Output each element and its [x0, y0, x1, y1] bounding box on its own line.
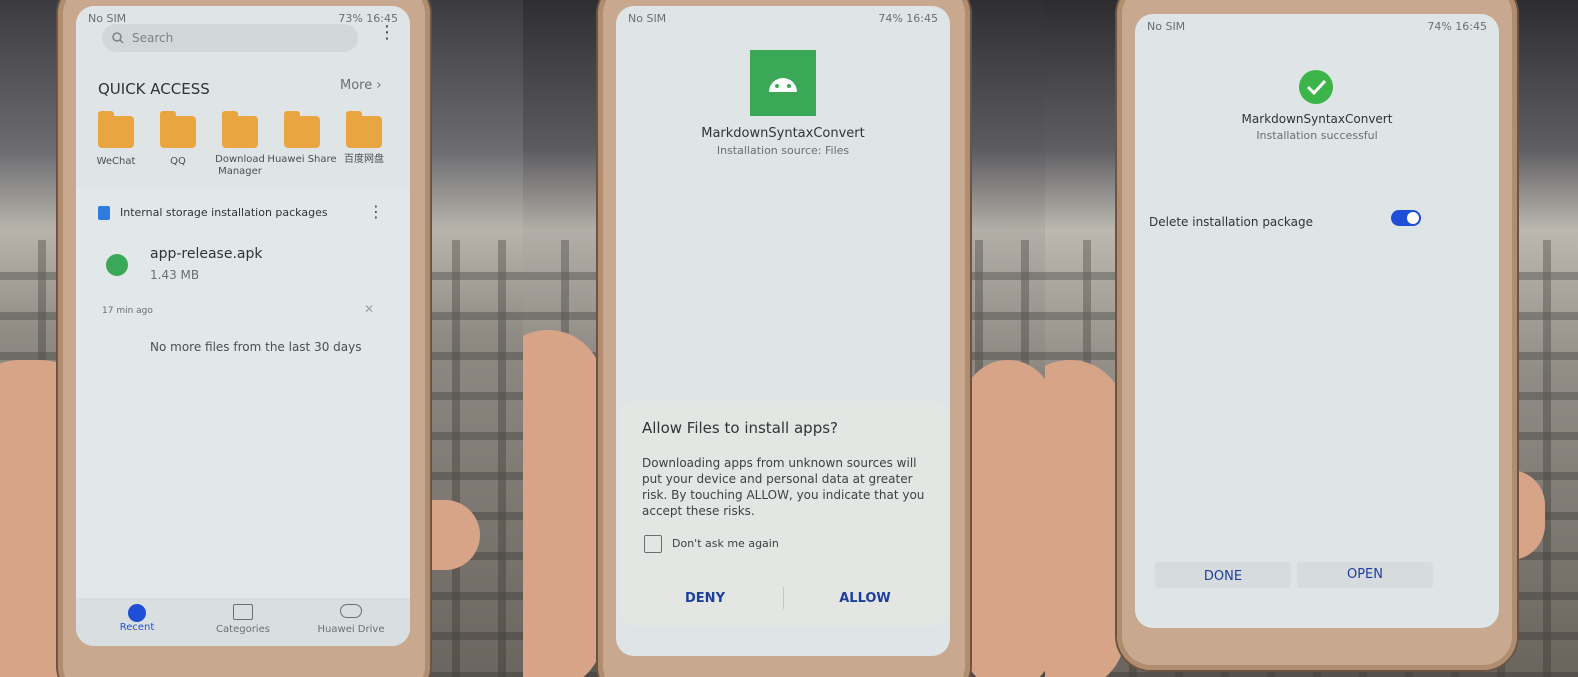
search-icon	[112, 32, 124, 44]
deny-button[interactable]: DENY	[640, 591, 770, 606]
quick-access-label: WeChat	[96, 156, 136, 167]
panel-file-manager: No SIM 73% 16:45 Search ⋮ QUICK ACCESS M…	[0, 0, 523, 677]
file-size: 1.43 MB	[150, 268, 200, 282]
dismiss-icon[interactable]: ✕	[364, 302, 374, 316]
check-glyph	[1306, 79, 1327, 96]
more-link[interactable]: More ›	[340, 78, 382, 93]
panel-install-success: No SIM 74% 16:45 MarkdownSyntaxConvert I…	[1045, 0, 1578, 677]
dialog-body: Downloading apps from unknown sources wi…	[642, 456, 925, 518]
overflow-menu-icon[interactable]: ⋮	[378, 22, 396, 43]
permission-dialog: Allow Files to install apps? Downloading…	[620, 401, 946, 626]
phone-screen: No SIM 73% 16:45 Search ⋮ QUICK ACCESS M…	[76, 6, 410, 646]
section-title: Internal storage installation packages	[120, 206, 328, 219]
nav-categories[interactable]: Categories	[198, 604, 288, 635]
nav-recent[interactable]: Recent	[92, 604, 182, 633]
phone-screen: No SIM 74% 16:45 MarkdownSyntaxConvert I…	[1135, 14, 1499, 628]
checkbox-label: Don't ask me again	[672, 537, 779, 550]
app-name: MarkdownSyntaxConvert	[1241, 112, 1393, 126]
app-name: MarkdownSyntaxConvert	[701, 126, 865, 141]
panel-install-permission: No SIM 74% 16:45 MarkdownSyntaxConvert I…	[523, 0, 1045, 677]
search-placeholder: Search	[132, 31, 174, 45]
wechat-icon[interactable]	[98, 111, 134, 148]
qq-icon[interactable]	[160, 111, 196, 148]
search-input[interactable]: Search	[102, 24, 358, 52]
quick-access-title: QUICK ACCESS	[98, 80, 210, 98]
clock-icon	[128, 604, 146, 622]
done-button[interactable]: DONE	[1155, 569, 1291, 584]
delete-package-toggle[interactable]	[1391, 210, 1421, 226]
app-icon	[750, 50, 816, 116]
hand	[523, 330, 603, 677]
quick-access-label: Huawei Share	[267, 154, 337, 165]
quick-access-label: Download Manager	[215, 154, 265, 177]
open-button[interactable]: OPEN	[1297, 567, 1433, 582]
nav-drive[interactable]: Huawei Drive	[306, 604, 396, 635]
file-name[interactable]: app-release.apk	[150, 246, 262, 262]
checkmark-icon	[1299, 70, 1333, 104]
install-source: Installation source: Files	[716, 144, 850, 157]
file-time: 17 min ago	[102, 306, 153, 316]
recent-card: Internal storage installation packages ⋮…	[76, 188, 410, 598]
phone-screen: No SIM 74% 16:45 MarkdownSyntaxConvert I…	[616, 6, 950, 656]
carrier-text: No SIM	[1147, 20, 1186, 33]
folder-icon[interactable]	[346, 111, 382, 148]
phone-frame: No SIM 74% 16:45 MarkdownSyntaxConvert I…	[1117, 0, 1517, 670]
quick-access-label: QQ	[170, 156, 186, 167]
phone-frame: No SIM 73% 16:45 Search ⋮ QUICK ACCESS M…	[58, 0, 430, 677]
section-menu-icon[interactable]: ⋮	[368, 202, 384, 221]
download-icon[interactable]	[222, 111, 258, 148]
hand	[963, 360, 1045, 677]
apk-icon	[106, 254, 128, 276]
button-divider	[783, 587, 784, 609]
status-bar: No SIM 74% 16:45	[616, 6, 950, 28]
battery-time-text: 74% 16:45	[1427, 20, 1487, 33]
allow-button[interactable]: ALLOW	[800, 591, 930, 606]
nav-categories-label: Categories	[216, 624, 270, 635]
nav-drive-label: Huawei Drive	[317, 624, 385, 635]
document-icon	[98, 206, 110, 220]
install-result: Installation successful	[1256, 129, 1378, 142]
more-label: More	[340, 78, 373, 93]
delete-package-label: Delete installation package	[1149, 215, 1313, 229]
battery-time-text: 74% 16:45	[878, 12, 938, 25]
android-icon	[769, 78, 797, 92]
hand	[1045, 360, 1125, 677]
folder-outline-icon	[233, 604, 253, 620]
phone-frame: No SIM 74% 16:45 MarkdownSyntaxConvert I…	[598, 0, 970, 677]
share-icon[interactable]	[284, 111, 320, 148]
dialog-title: Allow Files to install apps?	[642, 419, 838, 437]
toggle-knob	[1407, 212, 1419, 224]
cloud-icon	[340, 604, 362, 618]
carrier-text: No SIM	[628, 12, 667, 25]
nav-recent-label: Recent	[119, 622, 155, 633]
bottom-nav: Recent Categories Huawei Drive	[76, 598, 410, 646]
status-bar: No SIM 74% 16:45	[1135, 14, 1499, 36]
dont-ask-checkbox[interactable]	[644, 535, 662, 553]
empty-message: No more files from the last 30 days	[150, 340, 362, 354]
quick-access-label: 百度网盘	[344, 154, 384, 165]
